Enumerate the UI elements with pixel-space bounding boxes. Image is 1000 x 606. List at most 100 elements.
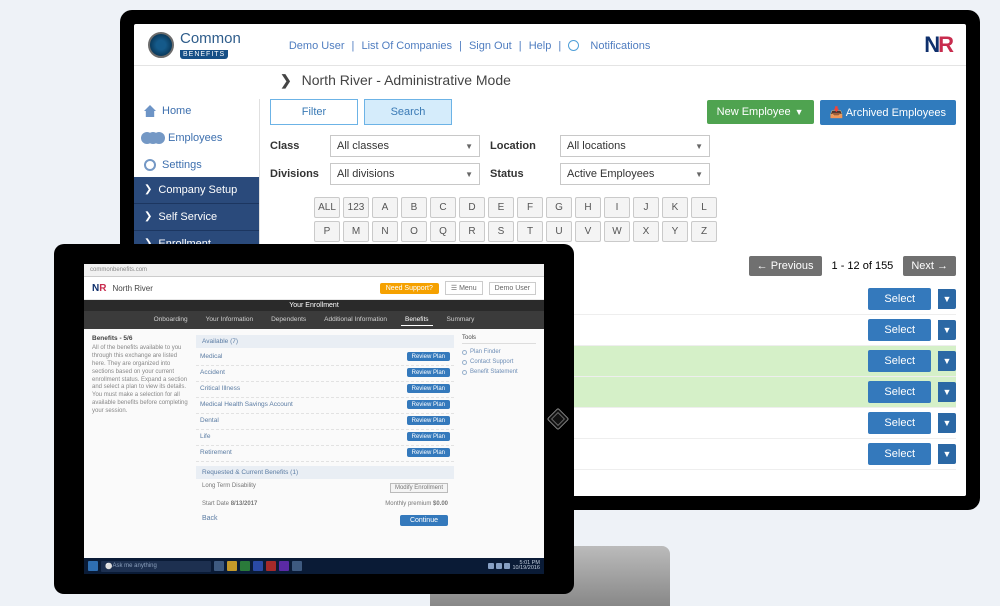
enroll-step[interactable]: Summary	[443, 314, 479, 326]
taskbar-clock[interactable]: 5:01 PM10/19/2016	[512, 561, 540, 572]
sidebar-item-settings[interactable]: Settings	[134, 153, 259, 177]
tab-filter[interactable]: Filter	[270, 99, 358, 125]
sidebar-item-employees[interactable]: Employees	[134, 123, 259, 153]
alpha-P[interactable]: P	[314, 221, 340, 242]
alpha-123[interactable]: 123	[343, 197, 369, 218]
taskbar-app-icon[interactable]	[279, 561, 289, 571]
next-page-button[interactable]: Next →	[903, 256, 956, 276]
notification-icon[interactable]	[568, 40, 579, 51]
sidebar-item-self-service[interactable]: ❯Self Service	[134, 204, 259, 231]
enroll-step[interactable]: Benefits	[401, 314, 433, 326]
taskbar-app-icon[interactable]	[227, 561, 237, 571]
archived-employees-button[interactable]: 📥 Archived Employees	[820, 100, 956, 125]
alpha-U[interactable]: U	[546, 221, 572, 242]
need-support-button[interactable]: Need Support?	[380, 283, 439, 294]
taskbar-app-icon[interactable]	[214, 561, 224, 571]
class-select[interactable]: All classes▼	[330, 135, 480, 157]
select-button[interactable]: Select	[868, 443, 931, 465]
review-plan-button[interactable]: Review Plan	[407, 416, 450, 425]
tray-icon[interactable]	[504, 563, 510, 569]
alpha-E[interactable]: E	[488, 197, 514, 218]
location-select[interactable]: All locations▼	[560, 135, 710, 157]
continue-button[interactable]: Continue	[400, 515, 448, 526]
alpha-X[interactable]: X	[633, 221, 659, 242]
sidebar-item-company-setup[interactable]: ❯Company Setup	[134, 177, 259, 204]
link-help[interactable]: Help	[529, 40, 552, 52]
alpha-V[interactable]: V	[575, 221, 601, 242]
link-companies[interactable]: List Of Companies	[361, 40, 451, 52]
select-button[interactable]: Select	[868, 319, 931, 341]
alpha-R[interactable]: R	[459, 221, 485, 242]
select-dropdown[interactable]: ▼	[938, 444, 956, 464]
browser-url-bar[interactable]: commonbenefits.com	[84, 264, 544, 277]
review-plan-button[interactable]: Review Plan	[407, 352, 450, 361]
select-dropdown[interactable]: ▼	[938, 320, 956, 340]
alpha-L[interactable]: L	[691, 197, 717, 218]
alpha-W[interactable]: W	[604, 221, 630, 242]
alpha-C[interactable]: C	[430, 197, 456, 218]
alpha-Y[interactable]: Y	[662, 221, 688, 242]
alpha-H[interactable]: H	[575, 197, 601, 218]
alpha-S[interactable]: S	[488, 221, 514, 242]
alpha-A[interactable]: A	[372, 197, 398, 218]
alpha-G[interactable]: G	[546, 197, 572, 218]
link-signout[interactable]: Sign Out	[469, 40, 512, 52]
alpha-ALL[interactable]: ALL	[314, 197, 340, 218]
alpha-J[interactable]: J	[633, 197, 659, 218]
taskbar-app-icon[interactable]	[292, 561, 302, 571]
taskbar-app-icon[interactable]	[266, 561, 276, 571]
back-button[interactable]: Back	[202, 515, 218, 526]
link-notifications[interactable]: Notifications	[590, 40, 650, 52]
alpha-O[interactable]: O	[401, 221, 427, 242]
alpha-Z[interactable]: Z	[691, 221, 717, 242]
available-accordion[interactable]: Available (7)	[196, 335, 454, 348]
status-select[interactable]: Active Employees▼	[560, 163, 710, 185]
select-dropdown[interactable]: ▼	[938, 351, 956, 371]
select-button[interactable]: Select	[868, 350, 931, 372]
tool-link[interactable]: Plan Finder	[462, 347, 536, 357]
start-icon[interactable]	[88, 561, 98, 571]
review-plan-button[interactable]: Review Plan	[407, 448, 450, 457]
new-employee-button[interactable]: New Employee▼	[707, 100, 814, 124]
enroll-step[interactable]: Dependents	[267, 314, 310, 326]
alpha-N[interactable]: N	[372, 221, 398, 242]
taskbar-app-icon[interactable]	[253, 561, 263, 571]
review-plan-button[interactable]: Review Plan	[407, 432, 450, 441]
modify-enrollment-button[interactable]: Modify Enrollment	[390, 483, 448, 493]
user-menu-button[interactable]: Demo User	[489, 282, 536, 295]
review-plan-button[interactable]: Review Plan	[407, 368, 450, 377]
alpha-D[interactable]: D	[459, 197, 485, 218]
review-plan-button[interactable]: Review Plan	[407, 384, 450, 393]
tray-icon[interactable]	[496, 563, 502, 569]
alpha-F[interactable]: F	[517, 197, 543, 218]
review-plan-button[interactable]: Review Plan	[407, 400, 450, 409]
menu-button[interactable]: ☰ Menu	[445, 281, 483, 295]
windows-button-icon[interactable]	[547, 408, 570, 431]
select-dropdown[interactable]: ▼	[938, 382, 956, 402]
alpha-M[interactable]: M	[343, 221, 369, 242]
select-dropdown[interactable]: ▼	[938, 289, 956, 309]
select-button[interactable]: Select	[868, 412, 931, 434]
alpha-T[interactable]: T	[517, 221, 543, 242]
link-demo-user[interactable]: Demo User	[289, 40, 345, 52]
taskbar-app-icon[interactable]	[240, 561, 250, 571]
tool-link[interactable]: Benefit Statement	[462, 367, 536, 377]
current-accordion[interactable]: Requested & Current Benefits (1)	[196, 466, 454, 479]
tray-icon[interactable]	[488, 563, 494, 569]
select-button[interactable]: Select	[868, 381, 931, 403]
enroll-step[interactable]: Onboarding	[150, 314, 192, 326]
divisions-select[interactable]: All divisions▼	[330, 163, 480, 185]
alpha-Q[interactable]: Q	[430, 221, 456, 242]
tab-search[interactable]: Search	[364, 99, 452, 125]
alpha-B[interactable]: B	[401, 197, 427, 218]
cortana-search[interactable]: ⚪ Ask me anything	[101, 561, 211, 572]
tool-link[interactable]: Contact Support	[462, 357, 536, 367]
enroll-step[interactable]: Additional Information	[320, 314, 391, 326]
alpha-K[interactable]: K	[662, 197, 688, 218]
sidebar-item-home[interactable]: Home	[134, 99, 259, 123]
select-dropdown[interactable]: ▼	[938, 413, 956, 433]
enroll-step[interactable]: Your Information	[202, 314, 257, 326]
alpha-I[interactable]: I	[604, 197, 630, 218]
select-button[interactable]: Select	[868, 288, 931, 310]
prev-page-button[interactable]: ← Previous	[749, 256, 822, 276]
